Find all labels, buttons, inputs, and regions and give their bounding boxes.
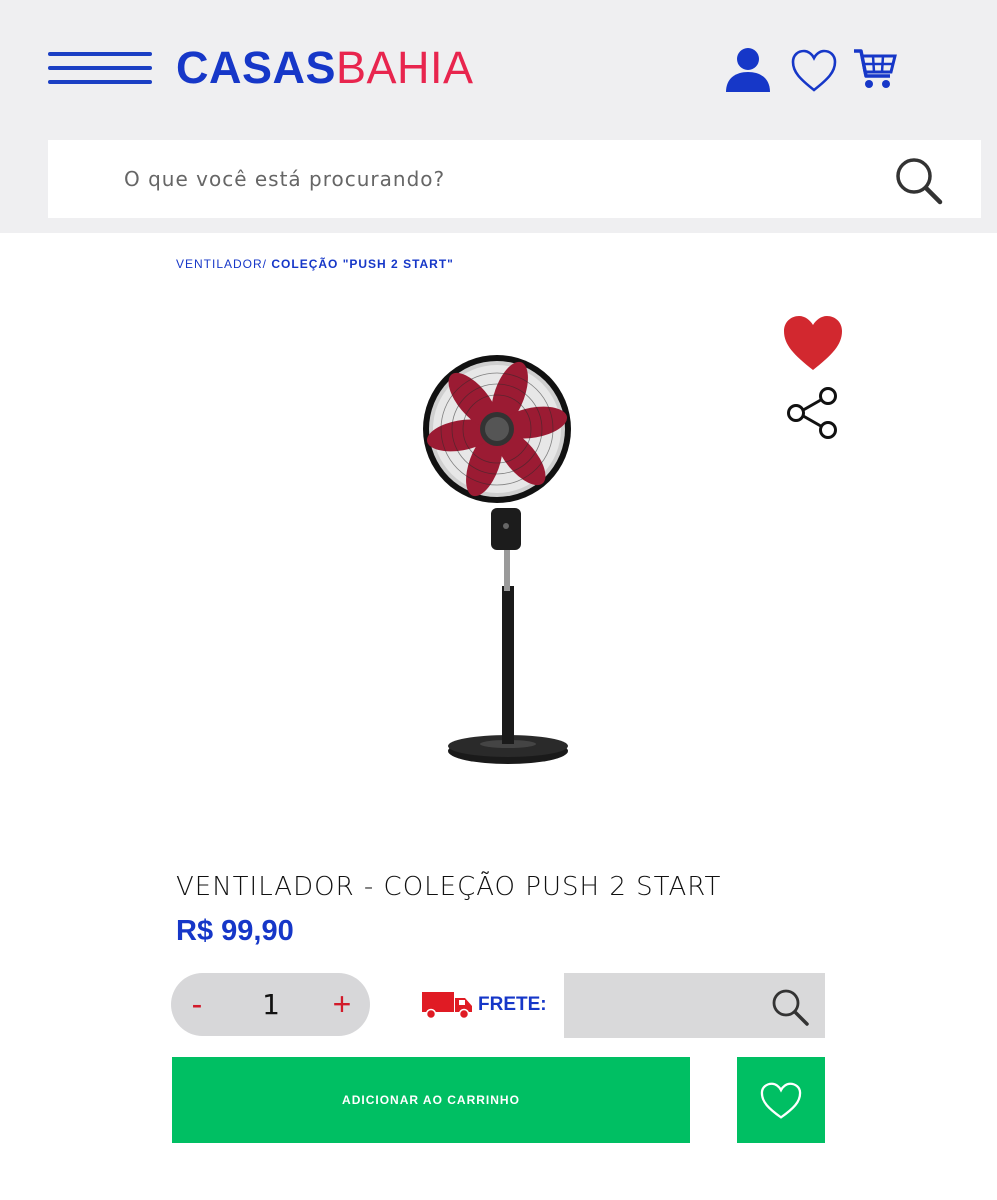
heart-filled-icon[interactable] [782,314,844,372]
frete-input[interactable] [576,973,766,1038]
product-price: R$ 99,90 [176,915,294,947]
breadcrumb: VENTILADOR/ COLEÇÃO "PUSH 2 START" [176,257,454,271]
breadcrumb-current: COLEÇÃO "PUSH 2 START" [271,257,454,271]
breadcrumb-category[interactable]: VENTILADOR/ [176,257,267,271]
increase-quantity-button[interactable]: + [322,973,362,1036]
product-title: VENTILADOR - COLEÇÃO PUSH 2 START [176,872,722,902]
heart-outline-icon [760,1082,802,1119]
quantity-stepper: - 1 + [171,973,370,1036]
hamburger-icon-bar [48,52,152,56]
heart-outline-icon[interactable] [790,48,838,94]
logo-part-bahia: BAHIA [336,42,474,93]
share-icon[interactable] [786,386,840,440]
truck-icon [422,992,472,1020]
cart-icon[interactable] [852,46,898,92]
search-input[interactable] [124,140,884,218]
user-icon[interactable] [724,46,772,94]
add-to-wishlist-button[interactable] [737,1057,825,1143]
logo-part-casas: CASAS [176,42,337,93]
pedestal-fan-image [423,355,571,764]
frete-label: FRETE: [478,994,547,1015]
quantity-value[interactable]: 1 [241,973,301,1036]
decrease-quantity-button[interactable]: - [177,973,217,1036]
frete-field [564,973,825,1038]
search-icon[interactable] [894,156,944,206]
add-to-cart-button[interactable]: ADICIONAR AO CARRINHO [172,1057,690,1143]
site-header: CASASBAHIA [0,0,997,233]
casas-bahia-logo[interactable]: CASASBAHIA [176,42,474,94]
menu-button[interactable] [48,48,152,88]
search-icon[interactable] [770,987,810,1027]
search-bar [48,140,981,218]
hamburger-icon-bar [48,80,152,84]
hamburger-icon-bar [48,66,152,70]
